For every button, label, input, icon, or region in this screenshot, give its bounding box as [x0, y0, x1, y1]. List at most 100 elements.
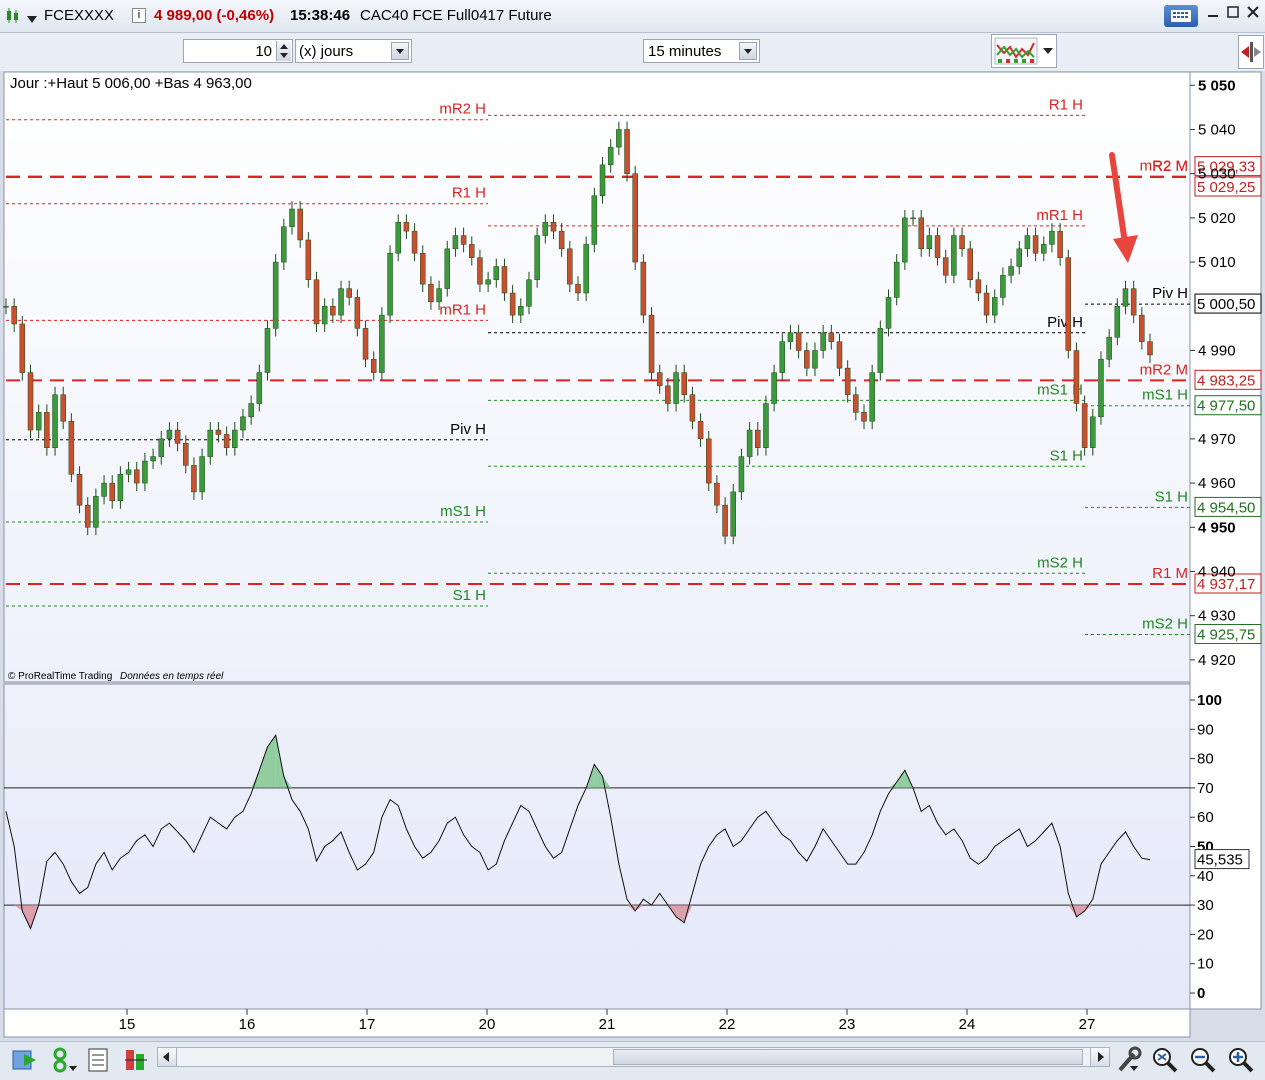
- maximize-icon[interactable]: [1222, 5, 1244, 25]
- candle-body[interactable]: [403, 222, 410, 232]
- candle-body[interactable]: [959, 235, 965, 250]
- candle-body[interactable]: [142, 460, 148, 484]
- candle-body[interactable]: [3, 306, 9, 308]
- candle-body[interactable]: [444, 248, 451, 289]
- candle-body[interactable]: [518, 306, 524, 316]
- candle-body[interactable]: [575, 283, 581, 294]
- candle-body[interactable]: [853, 394, 859, 413]
- candle-body[interactable]: [828, 332, 835, 342]
- candle-body[interactable]: [321, 306, 328, 325]
- candle-body[interactable]: [248, 403, 254, 418]
- candle-body[interactable]: [599, 164, 606, 197]
- candle-body[interactable]: [1139, 314, 1145, 342]
- candle-body[interactable]: [330, 306, 336, 316]
- candle-body[interactable]: [158, 438, 165, 457]
- horizontal-scrollbar[interactable]: [157, 1047, 1110, 1067]
- candle-body[interactable]: [869, 372, 875, 422]
- candle-body[interactable]: [902, 217, 908, 263]
- candle-body[interactable]: [27, 372, 34, 431]
- zoom-out-icon[interactable]: [1188, 1046, 1218, 1074]
- candle-body[interactable]: [861, 412, 867, 422]
- candle-body[interactable]: [1073, 350, 1080, 404]
- spinner-icon[interactable]: [276, 41, 291, 61]
- candle-body[interactable]: [477, 257, 483, 285]
- candle-body[interactable]: [240, 416, 246, 431]
- candle-body[interactable]: [1057, 230, 1063, 258]
- settings-icon[interactable]: [1116, 1046, 1142, 1074]
- candle-body[interactable]: [583, 244, 589, 294]
- timeframe-select[interactable]: 15 minutes: [643, 39, 760, 63]
- candle-body[interactable]: [256, 372, 263, 404]
- candle-body[interactable]: [795, 332, 802, 351]
- x-axis-area[interactable]: [3, 1008, 1191, 1038]
- candle-body[interactable]: [967, 248, 973, 281]
- candle-body[interactable]: [493, 266, 500, 281]
- arrows-icon[interactable]: [1238, 35, 1264, 69]
- candle-body[interactable]: [1147, 341, 1153, 356]
- candle-body[interactable]: [52, 394, 58, 448]
- candle-body[interactable]: [983, 292, 990, 316]
- candle-body[interactable]: [942, 257, 949, 276]
- candle-body[interactable]: [354, 297, 361, 329]
- candle-body[interactable]: [379, 314, 385, 373]
- candle-body[interactable]: [1000, 275, 1006, 298]
- minimize-icon[interactable]: [1202, 5, 1224, 25]
- candle-body[interactable]: [934, 235, 941, 258]
- candle-body[interactable]: [19, 323, 26, 373]
- candle-body[interactable]: [624, 129, 630, 174]
- price-panel[interactable]: [3, 71, 1191, 683]
- candle-body[interactable]: [387, 252, 393, 316]
- candle-body[interactable]: [133, 469, 140, 484]
- candle-body[interactable]: [763, 403, 769, 448]
- candle-body[interactable]: [93, 496, 99, 528]
- zoom-auto-icon[interactable]: [1150, 1046, 1180, 1074]
- rsi-panel[interactable]: [3, 683, 1191, 1010]
- zoom-in-icon[interactable]: [1226, 1046, 1256, 1074]
- candle-body[interactable]: [607, 146, 614, 166]
- candle-body[interactable]: [991, 297, 998, 316]
- candle-body[interactable]: [35, 412, 42, 431]
- candle-body[interactable]: [648, 314, 655, 373]
- candle-body[interactable]: [1049, 230, 1055, 245]
- candle-body[interactable]: [362, 328, 369, 360]
- candle-body[interactable]: [951, 235, 957, 276]
- candle-body[interactable]: [223, 434, 230, 448]
- candle-body[interactable]: [926, 235, 933, 250]
- candle-body[interactable]: [697, 420, 704, 440]
- candle-body[interactable]: [722, 504, 728, 537]
- candle-body[interactable]: [509, 292, 516, 316]
- candle-body[interactable]: [656, 372, 663, 387]
- candle-body[interactable]: [232, 429, 238, 448]
- candle-body[interactable]: [812, 350, 818, 369]
- candle-body[interactable]: [281, 226, 287, 263]
- candle-body[interactable]: [1041, 244, 1047, 254]
- period-unit-select[interactable]: (x) jours: [295, 39, 412, 63]
- candle-body[interactable]: [68, 420, 75, 475]
- candle-body[interactable]: [469, 244, 475, 258]
- candle-body[interactable]: [150, 456, 156, 462]
- candle-body[interactable]: [705, 438, 712, 484]
- candlestick-icon[interactable]: [4, 8, 20, 24]
- list-icon[interactable]: [86, 1046, 110, 1074]
- candle-body[interactable]: [183, 443, 189, 466]
- candle-body[interactable]: [264, 328, 271, 373]
- candle-body[interactable]: [558, 230, 565, 250]
- candle-body[interactable]: [1114, 306, 1121, 338]
- candle-body[interactable]: [297, 208, 303, 241]
- candle-body[interactable]: [272, 261, 279, 329]
- candle-body[interactable]: [174, 429, 181, 444]
- candle-body[interactable]: [419, 252, 426, 285]
- candle-body[interactable]: [125, 469, 132, 475]
- candle-body[interactable]: [109, 482, 115, 502]
- candle-body[interactable]: [755, 429, 761, 448]
- candle-body[interactable]: [673, 372, 679, 404]
- candle-body[interactable]: [1122, 288, 1129, 307]
- candle-body[interactable]: [338, 288, 344, 316]
- scroll-left-arrow[interactable]: [158, 1048, 177, 1066]
- candle-body[interactable]: [689, 394, 696, 422]
- candle-body[interactable]: [1081, 403, 1088, 448]
- candle-body[interactable]: [191, 465, 197, 493]
- candle-body[interactable]: [779, 341, 786, 373]
- info-icon[interactable]: i: [132, 8, 146, 23]
- scroll-thumb[interactable]: [613, 1049, 1083, 1065]
